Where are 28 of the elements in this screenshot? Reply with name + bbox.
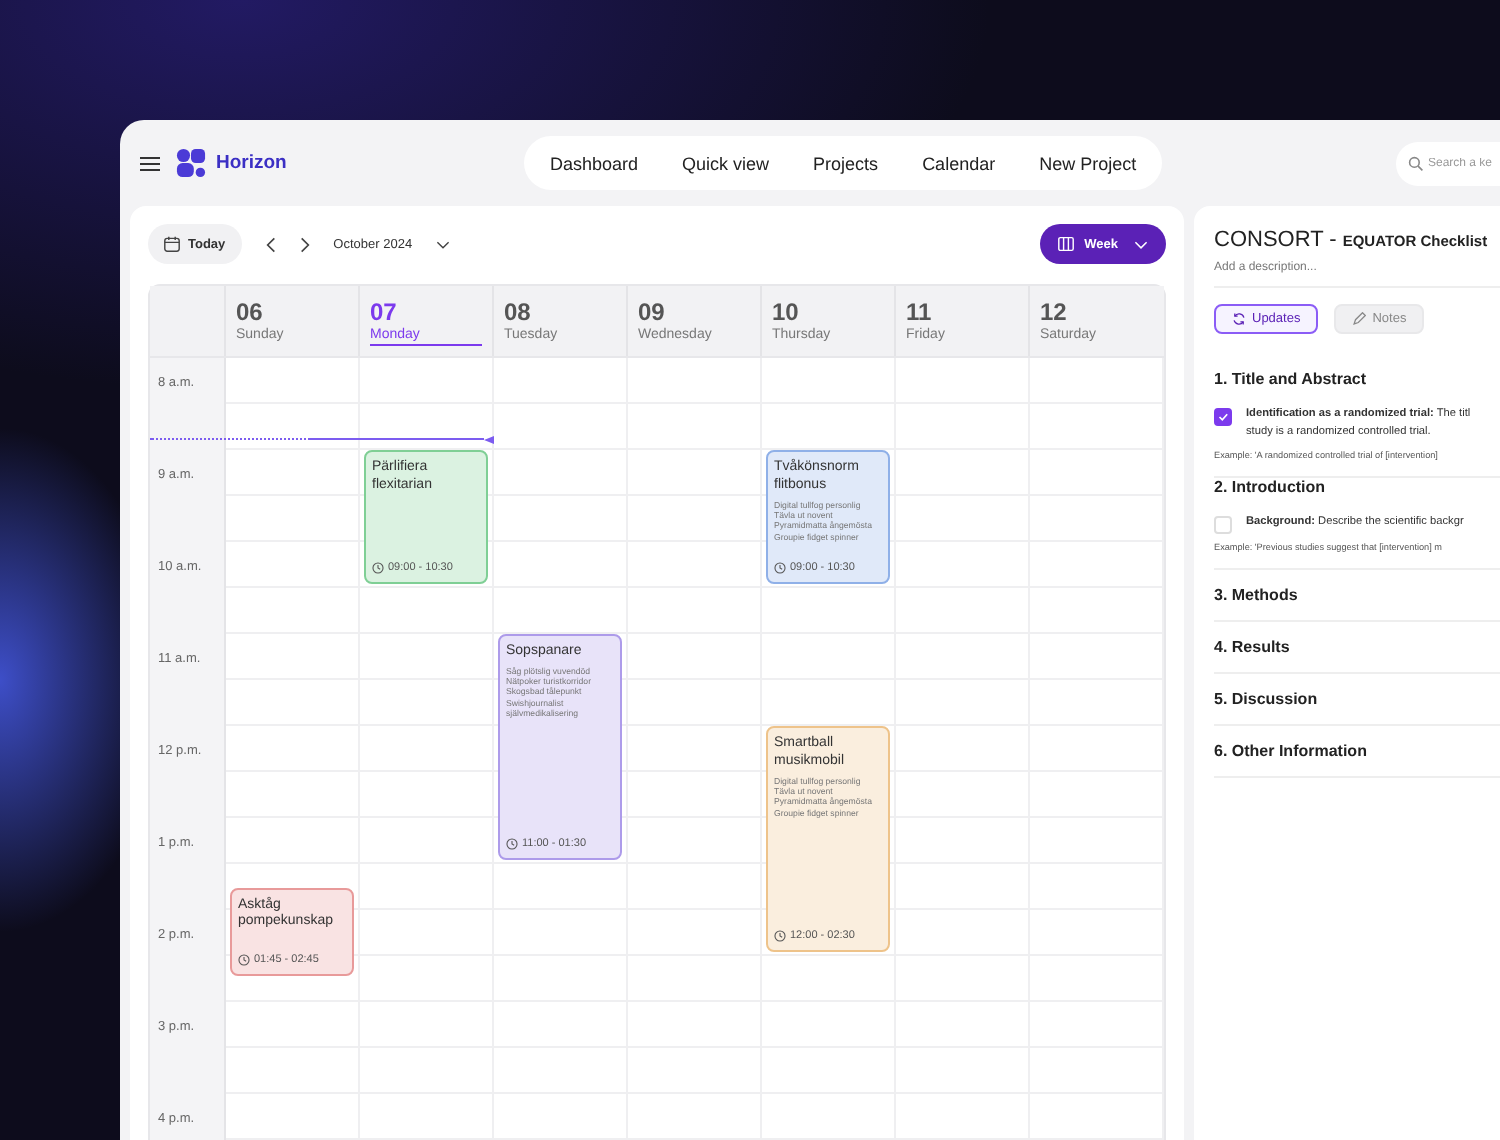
nav-link[interactable]: Projects <box>813 153 879 173</box>
clock-icon <box>506 838 518 850</box>
panel-title: CONSORT - <box>1214 228 1337 252</box>
search-icon <box>1408 155 1424 171</box>
section-title[interactable]: 4. Results <box>1214 637 1500 656</box>
menu-icon[interactable] <box>140 155 160 171</box>
section-title[interactable]: 6. Other Information <box>1214 741 1500 760</box>
nav-link[interactable]: Dashboard <box>550 153 639 173</box>
clock-icon <box>774 930 786 942</box>
nav-link[interactable]: New Project <box>1039 153 1137 173</box>
refresh-icon <box>1232 312 1246 326</box>
app-name: Horizon <box>216 152 287 174</box>
section-title[interactable]: 1. Title and Abstract <box>1214 370 1500 388</box>
logo-icon <box>176 148 206 178</box>
nav-link[interactable]: Quick view <box>682 153 770 173</box>
section-title[interactable]: 2. Introduction <box>1214 477 1500 496</box>
columns-icon <box>1058 236 1075 252</box>
chevron-down-icon <box>1134 239 1148 249</box>
clock-icon <box>372 562 384 574</box>
clock-icon <box>774 562 786 574</box>
nav-link[interactable]: Calendar <box>922 153 996 173</box>
section-title[interactable]: 5. Discussion <box>1214 689 1500 708</box>
calendar-icon <box>164 236 180 252</box>
section-title[interactable]: 3. Methods <box>1214 585 1500 604</box>
checkbox[interactable] <box>1214 408 1232 426</box>
pencil-icon <box>1352 312 1367 326</box>
clock-icon <box>238 953 250 965</box>
chevron-down-icon[interactable] <box>436 239 451 249</box>
